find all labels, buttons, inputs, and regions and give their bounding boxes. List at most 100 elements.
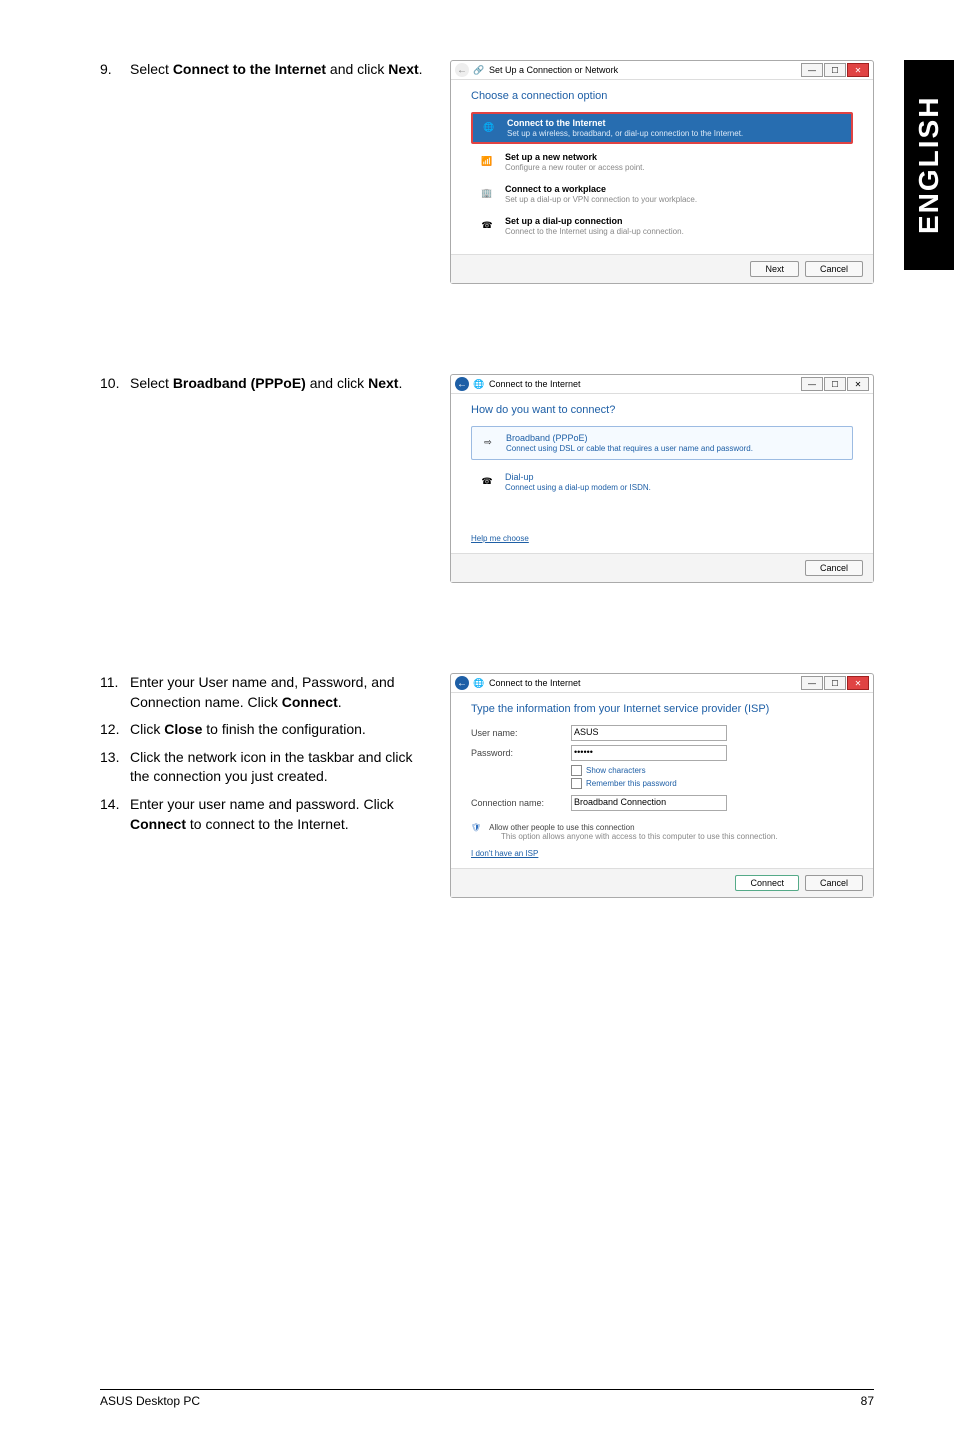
bb-sub: Connect using DSL or cable that requires… [506,444,753,453]
dialog-isp-info: ← 🌐 Connect to the Internet — ☐ ✕ Type t… [450,673,874,898]
dialog2-title: Connect to the Internet [489,379,581,389]
step-9-text-b: and click [326,61,388,77]
step-12-pre: Click [130,721,164,737]
router-icon: 📶 [477,152,497,170]
step-11-b: Connect [282,694,338,710]
next-button[interactable]: Next [750,261,799,277]
option-dialup2[interactable]: ☎ Dial-upConnect using a dial-up modem o… [471,468,853,496]
back-icon[interactable]: ← [455,63,473,77]
step-10: 10. Select Broadband (PPPoE) and click N… [100,374,430,394]
step-10-text-b: and click [306,375,368,391]
allow-sub: This option allows anyone with access to… [501,832,853,841]
close-icon[interactable]: ✕ [847,63,869,77]
step-14-b: Connect [130,816,186,832]
opt1-sub: Set up a wireless, broadband, or dial-up… [507,129,743,138]
bb-title: Broadband (PPPoE) [506,433,588,443]
input-connection-name[interactable]: Broadband Connection [571,795,727,811]
step-9-text-a: Select [130,61,173,77]
option-connect-internet[interactable]: 🌐 Connect to the InternetSet up a wirele… [471,112,853,144]
dialog1-title: Set Up a Connection or Network [489,65,618,75]
side-tab-english: ENGLISH [904,60,954,270]
dialog-connect-internet: ← 🌐 Connect to the Internet — ☐ ✕ How do… [450,374,874,583]
footer-left: ASUS Desktop PC [100,1394,200,1408]
dialup-icon: ☎ [477,472,497,490]
workplace-icon: 🏢 [477,184,497,202]
checkbox-remember-password[interactable]: Remember this password [571,778,853,789]
globe-icon: 🌐 [473,378,485,390]
back-icon[interactable]: ← [455,676,473,690]
step-10-text-a: Select [130,375,173,391]
opt1-title: Connect to the Internet [507,118,606,128]
globe-icon: 🌐 [473,677,485,689]
close-icon[interactable]: ✕ [847,377,869,391]
chk-remember-label: Remember this password [586,779,677,788]
maximize-icon[interactable]: ☐ [824,63,846,77]
dialog3-title: Connect to the Internet [489,678,581,688]
step-10-bold2: Next [368,375,398,391]
step-13: 13. Click the network icon in the taskba… [100,748,430,787]
globe-icon: 🌐 [479,118,499,136]
step-14-num: 14. [100,795,130,834]
opt3-sub: Set up a dial-up or VPN connection to yo… [505,195,697,204]
step-14: 14. Enter your user name and password. C… [100,795,430,834]
minimize-icon[interactable]: — [801,676,823,690]
connect-button[interactable]: Connect [735,875,799,891]
cancel-button[interactable]: Cancel [805,875,863,891]
network-icon: 🔗 [473,64,485,76]
no-isp-link[interactable]: I don't have an ISP [471,849,538,858]
shield-icon: 🛡 [471,823,481,832]
step-11-pre: Enter your User name and, Password, and … [130,674,395,710]
du-title: Dial-up [505,472,534,482]
step-11-num: 11. [100,673,130,712]
checkbox-show-characters[interactable]: Show characters [571,765,853,776]
step-9-bold1: Connect to the Internet [173,61,326,77]
input-password[interactable]: •••••• [571,745,727,761]
maximize-icon[interactable]: ☐ [824,377,846,391]
step-12-num: 12. [100,720,130,740]
option-workplace[interactable]: 🏢 Connect to a workplaceSet up a dial-up… [471,180,853,208]
cancel-button[interactable]: Cancel [805,560,863,576]
checkbox-allow-others[interactable]: 🛡 Allow other people to use this connecti… [471,823,853,832]
opt2-title: Set up a new network [505,152,597,162]
back-icon[interactable]: ← [455,377,473,391]
step-9-text-c: . [419,61,423,77]
step-11: 11. Enter your User name and, Password, … [100,673,430,712]
step-10-text-c: . [398,375,402,391]
du-sub: Connect using a dial-up modem or ISDN. [505,483,651,492]
opt4-title: Set up a dial-up connection [505,216,623,226]
footer-page-number: 87 [861,1394,874,1408]
step-12-b: Close [164,721,202,737]
chk-show-label: Show characters [586,766,646,775]
step-14-post: to connect to the Internet. [186,816,349,832]
step-12-post: to finish the configuration. [202,721,365,737]
opt3-title: Connect to a workplace [505,184,606,194]
label-connection-name: Connection name: [471,798,561,808]
broadband-icon: ⇨ [478,433,498,451]
step-13-text: Click the network icon in the taskbar an… [130,748,430,787]
step-10-bold1: Broadband (PPPoE) [173,375,306,391]
step-10-num: 10. [100,374,130,394]
dialog-setup-connection: ← 🔗 Set Up a Connection or Network — ☐ ✕… [450,60,874,284]
allow-label: Allow other people to use this connectio… [489,823,634,832]
step-12: 12. Click Close to finish the configurat… [100,720,430,740]
cancel-button[interactable]: Cancel [805,261,863,277]
maximize-icon[interactable]: ☐ [824,676,846,690]
label-username: User name: [471,728,561,738]
option-new-network[interactable]: 📶 Set up a new networkConfigure a new ro… [471,148,853,176]
step-11-post: . [338,694,342,710]
minimize-icon[interactable]: — [801,377,823,391]
step-14-pre: Enter your user name and password. Click [130,796,394,812]
step-9-bold2: Next [388,61,418,77]
step-9-num: 9. [100,60,130,80]
close-icon[interactable]: ✕ [847,676,869,690]
label-password: Password: [471,748,561,758]
minimize-icon[interactable]: — [801,63,823,77]
option-dialup[interactable]: ☎ Set up a dial-up connectionConnect to … [471,212,853,240]
dialog1-heading: Choose a connection option [471,90,853,102]
help-me-choose-link[interactable]: Help me choose [471,534,529,543]
step-9: 9. Select Connect to the Internet and cl… [100,60,430,80]
input-username[interactable]: ASUS [571,725,727,741]
dialog3-heading: Type the information from your Internet … [471,703,853,715]
phone-icon: ☎ [477,216,497,234]
option-broadband[interactable]: ⇨ Broadband (PPPoE)Connect using DSL or … [471,426,853,460]
